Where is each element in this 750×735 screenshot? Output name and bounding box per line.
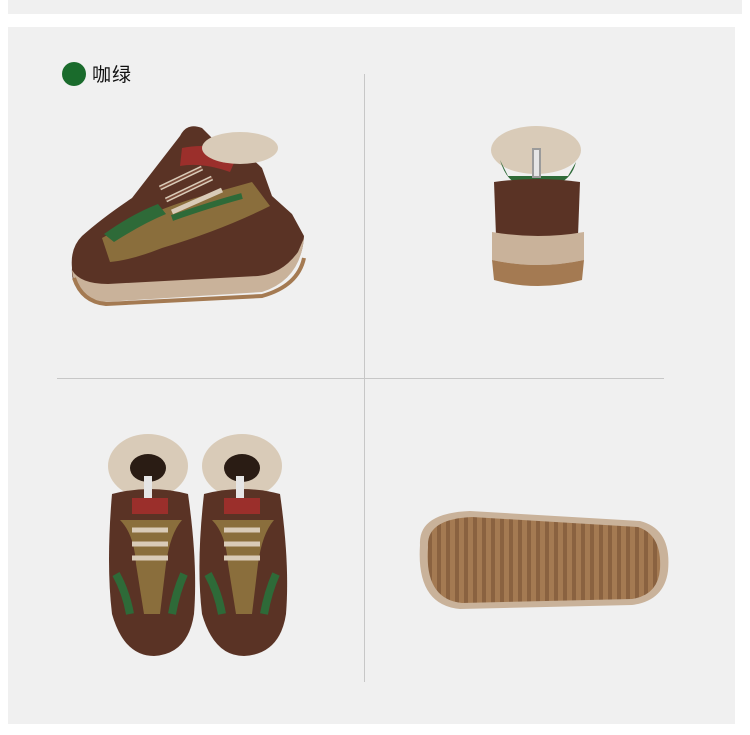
shoe-sole-view bbox=[419, 511, 669, 609]
color-swatch bbox=[62, 61, 86, 86]
horizontal-divider bbox=[57, 378, 664, 379]
shoe-back-view bbox=[491, 126, 584, 286]
color-label: 咖绿 bbox=[92, 64, 133, 86]
shoe-side-view bbox=[71, 126, 306, 307]
shoe-pair-top-view bbox=[108, 434, 288, 656]
top-strip bbox=[8, 0, 742, 14]
color-option: 咖绿 bbox=[62, 60, 132, 87]
